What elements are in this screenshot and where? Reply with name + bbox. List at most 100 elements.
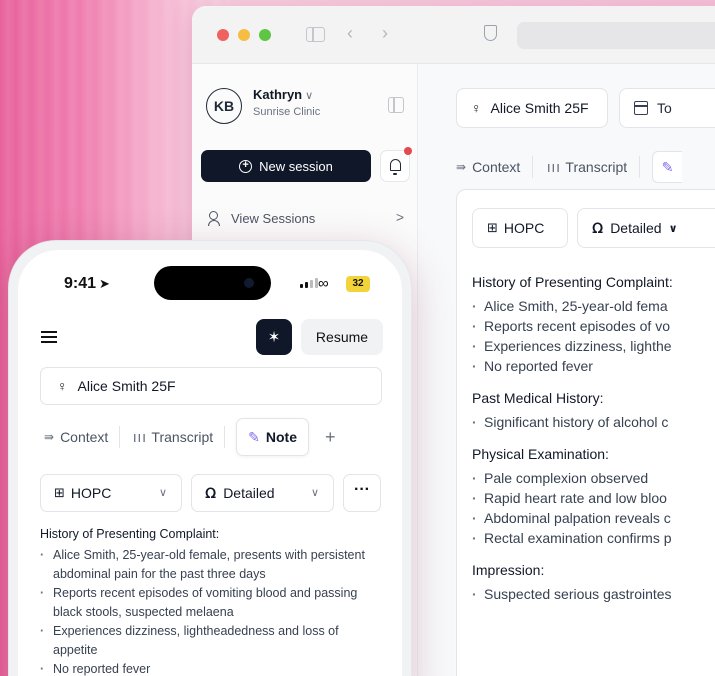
template-selector[interactable]: ⊞ HOPC: [472, 208, 568, 248]
tab-transcript-label: Transcript: [565, 159, 628, 175]
patient-selector[interactable]: ♀︎ Alice Smith 25F: [40, 367, 382, 405]
close-window-button[interactable]: [217, 29, 229, 41]
tab-divider: [532, 156, 534, 178]
user-name: Kathryn: [253, 87, 303, 102]
phone-screen: 9:41 ➤ ∞ 32 ✶ Resume ♀︎ Alice Smith 25F ⇛…: [18, 250, 402, 676]
back-icon[interactable]: ‹: [347, 23, 353, 44]
tab-bar: ⇛ Context ❙❙❙ Transcript ✎ Note +: [44, 417, 402, 457]
chevron-down-icon: ∨: [158, 487, 167, 499]
tab-transcript[interactable]: ❙❙❙ Transcript: [131, 429, 213, 445]
note-section: Physical Examination: Pale complexion ob…: [472, 446, 715, 548]
template-icon: ⊞: [487, 220, 498, 235]
tab-note-label: Note: [265, 429, 297, 445]
list-item: Rapid heart rate and low bloo: [472, 488, 715, 508]
detail-level-selector[interactable]: 𝛀︎ Detailed ∨: [577, 208, 715, 248]
list-item: No reported fever: [472, 356, 715, 376]
plus-circle-icon: +: [239, 159, 253, 173]
context-icon: ⇛: [44, 430, 55, 444]
dynamic-island: [154, 266, 271, 300]
view-sessions-label: View Sessions: [231, 210, 316, 226]
pencil-icon: ✎: [661, 158, 674, 175]
template-label: HOPC: [70, 485, 112, 501]
magic-wand-icon: ✶: [267, 329, 281, 346]
template-label: HOPC: [503, 220, 545, 236]
chevron-right-icon: >: [395, 209, 404, 225]
section-title: Past Medical History:: [472, 390, 604, 406]
clinic-name: Sunrise Clinic: [253, 106, 321, 118]
link-icon: ∞: [318, 275, 329, 292]
magic-wand-button[interactable]: ✶: [256, 319, 292, 355]
address-bar[interactable]: [517, 22, 715, 49]
tab-divider: [224, 426, 226, 448]
battery-icon: 32: [346, 276, 370, 292]
date-label: To: [657, 100, 672, 116]
tab-context[interactable]: ⇛ Context: [456, 159, 520, 175]
calendar-icon: [634, 101, 648, 115]
bell-icon: [390, 159, 401, 175]
maximize-window-button[interactable]: [259, 29, 271, 41]
tab-transcript[interactable]: ❙❙❙ Transcript: [545, 159, 627, 175]
tab-note[interactable]: ✎: [652, 151, 683, 183]
more-options-button[interactable]: ···: [343, 474, 381, 512]
list-item: Alice Smith, 25-year-old female, present…: [40, 546, 380, 584]
forward-icon[interactable]: ›: [382, 23, 388, 44]
tab-context-label: Context: [60, 429, 109, 445]
section-title: History of Presenting Complaint:: [472, 274, 673, 290]
view-sessions-item[interactable]: View Sessions >: [208, 208, 404, 228]
menu-icon[interactable]: [41, 331, 57, 343]
list-item: Experiences dizziness, lighthe: [472, 336, 715, 356]
resume-button[interactable]: Resume: [301, 319, 383, 355]
voice-icon: 𝛀︎: [592, 219, 604, 236]
note-content: History of Presenting Complaint: Alice S…: [40, 527, 380, 676]
chevron-down-icon: ∨: [668, 222, 678, 235]
tab-divider: [119, 426, 121, 448]
patient-label: Alice Smith 25F: [490, 100, 589, 116]
list-item: Alice Smith, 25-year-old fema: [472, 296, 715, 316]
tab-note[interactable]: ✎ Note: [236, 418, 309, 456]
status-time-label: 9:41: [64, 275, 97, 292]
section-title: Impression:: [472, 562, 545, 578]
list-item: No reported fever: [40, 660, 380, 676]
title-bar: ‹ ›: [192, 6, 715, 64]
note-section: History of Presenting Complaint: Alice S…: [472, 274, 715, 376]
list-item: Reports recent episodes of vomiting bloo…: [40, 584, 380, 622]
tab-context-label: Context: [472, 159, 521, 175]
list-item: Significant history of alcohol c: [472, 412, 715, 432]
patient-selector[interactable]: ♀︎ Alice Smith 25F: [456, 88, 608, 128]
new-session-button[interactable]: + New session: [201, 150, 371, 182]
patient-label: Alice Smith 25F: [77, 378, 176, 394]
waveform-icon: ❙❙❙: [545, 162, 561, 172]
template-icon: ⊞: [54, 485, 65, 500]
section-title: Physical Examination:: [472, 446, 609, 462]
context-icon: ⇛: [456, 160, 467, 174]
patient-icon: ♀︎: [471, 100, 482, 116]
list-item: Rectal examination confirms p: [472, 528, 715, 548]
notification-dot: [404, 147, 412, 155]
minimize-window-button[interactable]: [238, 29, 250, 41]
note-card: ⊞ HOPC 𝛀︎ Detailed ∨ History of Presenti…: [456, 189, 715, 676]
section-title: History of Presenting Complaint:: [40, 527, 220, 541]
note-section: Past Medical History: Significant histor…: [472, 390, 715, 432]
list-item: Reports recent episodes of vo: [472, 316, 715, 336]
list-item: Experiences dizziness, lightheadedness a…: [40, 622, 380, 660]
detail-label: Detailed: [610, 220, 662, 236]
avatar[interactable]: KB: [206, 88, 242, 124]
date-selector[interactable]: To: [619, 88, 715, 128]
voice-icon: 𝛀︎: [205, 484, 217, 501]
user-menu[interactable]: Kathryn ∨: [253, 87, 313, 102]
add-tab-button[interactable]: +: [325, 427, 336, 448]
note-section: Impression: Suspected serious gastrointe…: [472, 562, 715, 604]
template-selector[interactable]: ⊞ HOPC ∨: [40, 474, 182, 512]
notifications-button[interactable]: [380, 147, 412, 182]
sidebar-toggle-icon[interactable]: [306, 27, 325, 42]
detail-label: Detailed: [223, 485, 275, 501]
chevron-down-icon: ∨: [310, 487, 319, 499]
collapse-sidebar-icon[interactable]: [388, 97, 404, 113]
list-item: Abdominal palpation reveals c: [472, 508, 715, 528]
waveform-icon: ❙❙❙: [131, 432, 147, 442]
detail-level-selector[interactable]: 𝛀︎ Detailed ∨: [191, 474, 334, 512]
camera-icon: [244, 278, 254, 288]
phone-frame: 9:41 ➤ ∞ 32 ✶ Resume ♀︎ Alice Smith 25F ⇛…: [8, 240, 412, 676]
signal-icon: [300, 278, 318, 288]
tab-context[interactable]: ⇛ Context: [44, 429, 108, 445]
